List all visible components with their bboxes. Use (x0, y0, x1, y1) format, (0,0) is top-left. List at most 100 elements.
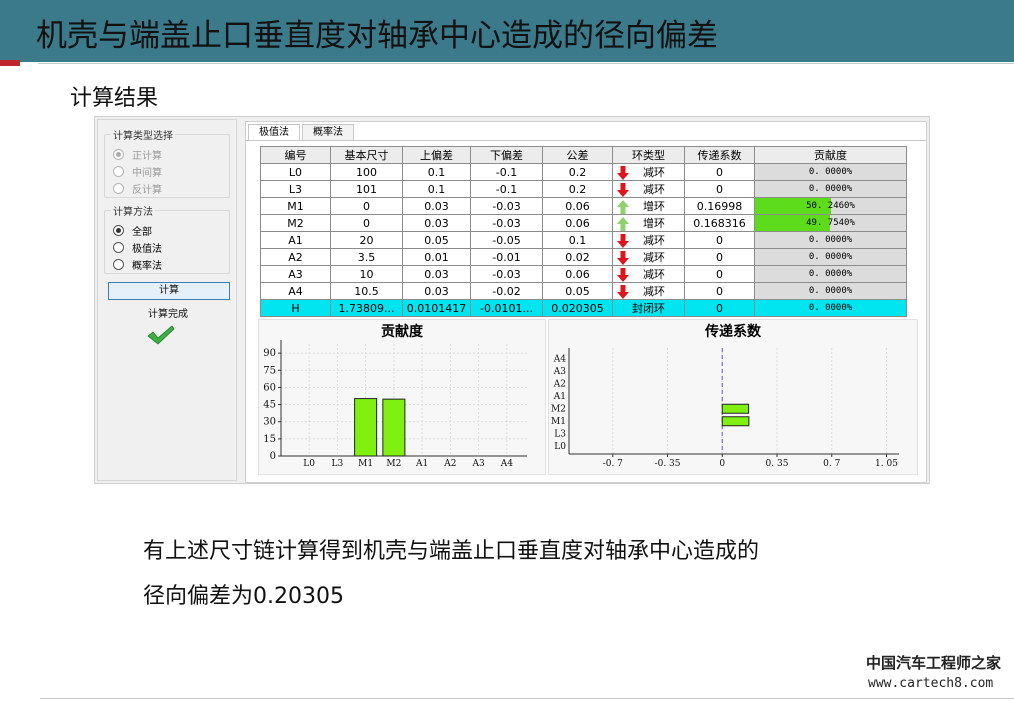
table-row[interactable]: A3 10 0.03 -0.03 0.06 减环 0 0. 0000% (260, 265, 907, 283)
cell-type: 减环 (612, 265, 685, 283)
cell-coef: 0 (684, 248, 755, 266)
cell-id: M2 (260, 214, 331, 232)
ring-type-label: 减环 (643, 166, 665, 179)
calculate-button[interactable]: 计算 (108, 282, 230, 300)
cell-coef: 0 (684, 282, 755, 300)
radio-reverse-calc[interactable]: 反计算 (113, 181, 162, 196)
closing-ring-row[interactable]: H 1.73809... 0.0101417 -0.0101... 0.020305 封闭… (260, 299, 907, 317)
table-row[interactable]: A1 20 0.05 -0.05 0.1 减环 0 0. 0000% (260, 231, 907, 249)
radio-dot-icon (113, 149, 124, 160)
cell-tol: 0.020305 (542, 299, 613, 317)
radio-dot-icon (113, 183, 124, 194)
contribution-value: 0. 0000% (808, 286, 853, 296)
x-tick-label: A2 (443, 459, 456, 469)
y-tick-label: A4 (553, 354, 566, 364)
bar-M1 (721, 416, 750, 427)
cell-type: 增环 (612, 214, 685, 232)
cell-base: 20 (330, 231, 403, 249)
cell-base: 100 (330, 163, 403, 181)
tab-probability[interactable]: 概率法 (302, 124, 354, 140)
radio-method-probability[interactable]: 概率法 (113, 257, 162, 272)
cell-id: A4 (260, 282, 331, 300)
cell-type: 减环 (612, 248, 685, 266)
y-tick-label: 0 (270, 451, 276, 462)
x-tick-label: -0. 7 (603, 459, 623, 469)
radio-dot-icon (113, 225, 124, 236)
coefficient-chart: 传递系数 -0. 7 -0. 35 0 0. 35 0. 7 1. 05 L0 L3 M1 M2 A… (548, 319, 918, 475)
table-row[interactable]: A2 3.5 0.01 -0.01 0.02 减环 0 0. 0000% (260, 248, 907, 266)
watermark-url: www.cartech8.com (868, 676, 994, 691)
cell-id: A2 (260, 248, 331, 266)
radio-method-all[interactable]: 全部 (113, 223, 152, 238)
table-row[interactable]: L0 100 0.1 -0.1 0.2 减环 0 0. 0000% (260, 163, 907, 181)
checkmark-icon (147, 325, 175, 345)
cell-lower: -0.02 (470, 282, 543, 300)
x-tick-label: 0. 7 (823, 459, 840, 469)
cell-contribution: 0. 0000% (754, 231, 907, 249)
cell-contribution: 49. 7540% (754, 214, 907, 232)
cell-tol: 0.06 (542, 197, 613, 215)
cell-lower: -0.03 (470, 265, 543, 283)
cell-id: L3 (260, 180, 331, 198)
cell-lower: -0.1 (470, 180, 543, 198)
cell-base: 10 (330, 265, 403, 283)
table-row[interactable]: M2 0 0.03 -0.03 0.06 增环 0.168316 49. 7540% (260, 214, 907, 232)
cell-base: 101 (330, 180, 403, 198)
x-tick-label: A4 (500, 459, 513, 469)
cell-coef: 0 (684, 231, 755, 249)
cell-type: 增环 (612, 197, 685, 215)
col-header-upper: 上偏差 (402, 146, 471, 164)
cell-type: 封闭环 (612, 299, 685, 317)
cell-base: 1.73809... (330, 299, 403, 317)
result-panel: 极值法 概率法 编号 基本尺寸 上偏差 下偏差 公差 环类型 传递系数 贡献度 (245, 121, 927, 483)
contribution-chart: 贡献度 0 15 30 45 60 75 90 L0 L3 M1 M2 A1 A2 A3 A4 (258, 319, 546, 475)
cell-upper: 0.03 (402, 197, 471, 215)
cell-coef: 0.168316 (684, 214, 755, 232)
table-row[interactable]: M1 0 0.03 -0.03 0.06 增环 0.16998 50. 2460% (260, 197, 907, 215)
cell-upper: 0.01 (402, 248, 471, 266)
y-tick-label: M2 (551, 404, 566, 414)
cell-coef: 0.16998 (684, 197, 755, 215)
x-tick-label: 1. 05 (875, 459, 898, 469)
arrow-up-icon (617, 200, 629, 214)
cell-id: A3 (260, 265, 331, 283)
table-row[interactable]: L3 101 0.1 -0.1 0.2 减环 0 0. 0000% (260, 180, 907, 198)
table-row[interactable]: A4 10.5 0.03 -0.02 0.05 减环 0 0. 0000% (260, 282, 907, 300)
cell-lower: -0.05 (470, 231, 543, 249)
control-panel: 计算类型选择 正计算 中间算 反计算 计算方法 全部 极值法 概率法 计算 计算… (97, 119, 237, 481)
radio-dot-icon (113, 259, 124, 270)
tab-extreme-value[interactable]: 极值法 (248, 124, 300, 140)
cell-contribution: 50. 2460% (754, 197, 907, 215)
method-group: 计算方法 全部 极值法 概率法 (104, 203, 230, 274)
y-tick-label: 30 (263, 417, 276, 428)
ring-type-label: 减环 (643, 268, 665, 281)
y-tick-label: L3 (554, 429, 566, 439)
bar-M1 (354, 398, 378, 457)
ring-type-label: 减环 (643, 251, 665, 264)
col-header-contribution: 贡献度 (754, 146, 907, 164)
cell-contribution: 0. 0000% (754, 299, 907, 317)
contribution-value: 0. 0000% (808, 303, 853, 313)
cell-lower: -0.0101... (470, 299, 543, 317)
ring-type-label: 减环 (643, 285, 665, 298)
bar-M2 (382, 398, 406, 457)
arrow-down-icon (617, 234, 629, 248)
radio-method-extreme[interactable]: 极值法 (113, 240, 162, 255)
watermark-text: 中国汽车工程师之家 (866, 654, 1002, 672)
cell-tol: 0.06 (542, 214, 613, 232)
radio-middle-calc[interactable]: 中间算 (113, 164, 162, 179)
radio-forward-calc[interactable]: 正计算 (113, 147, 162, 162)
cell-type: 减环 (612, 180, 685, 198)
radio-dot-icon (113, 242, 124, 253)
cell-type: 减环 (612, 231, 685, 249)
slide-subtitle: 计算结果 (70, 86, 159, 111)
contribution-chart-svg: 0 15 30 45 60 75 90 L0 L3 M1 M2 A1 A2 A3 A4 (263, 340, 527, 469)
cell-tol: 0.05 (542, 282, 613, 300)
contribution-value: 49. 7540% (806, 218, 855, 228)
cell-upper: 0.1 (402, 163, 471, 181)
cell-id: M1 (260, 197, 331, 215)
calc-type-legend: 计算类型选择 (111, 127, 175, 142)
cell-upper: 0.03 (402, 282, 471, 300)
cell-upper: 0.1 (402, 180, 471, 198)
conclusion-line-2: 径向偏差为0.20305 (143, 584, 344, 609)
